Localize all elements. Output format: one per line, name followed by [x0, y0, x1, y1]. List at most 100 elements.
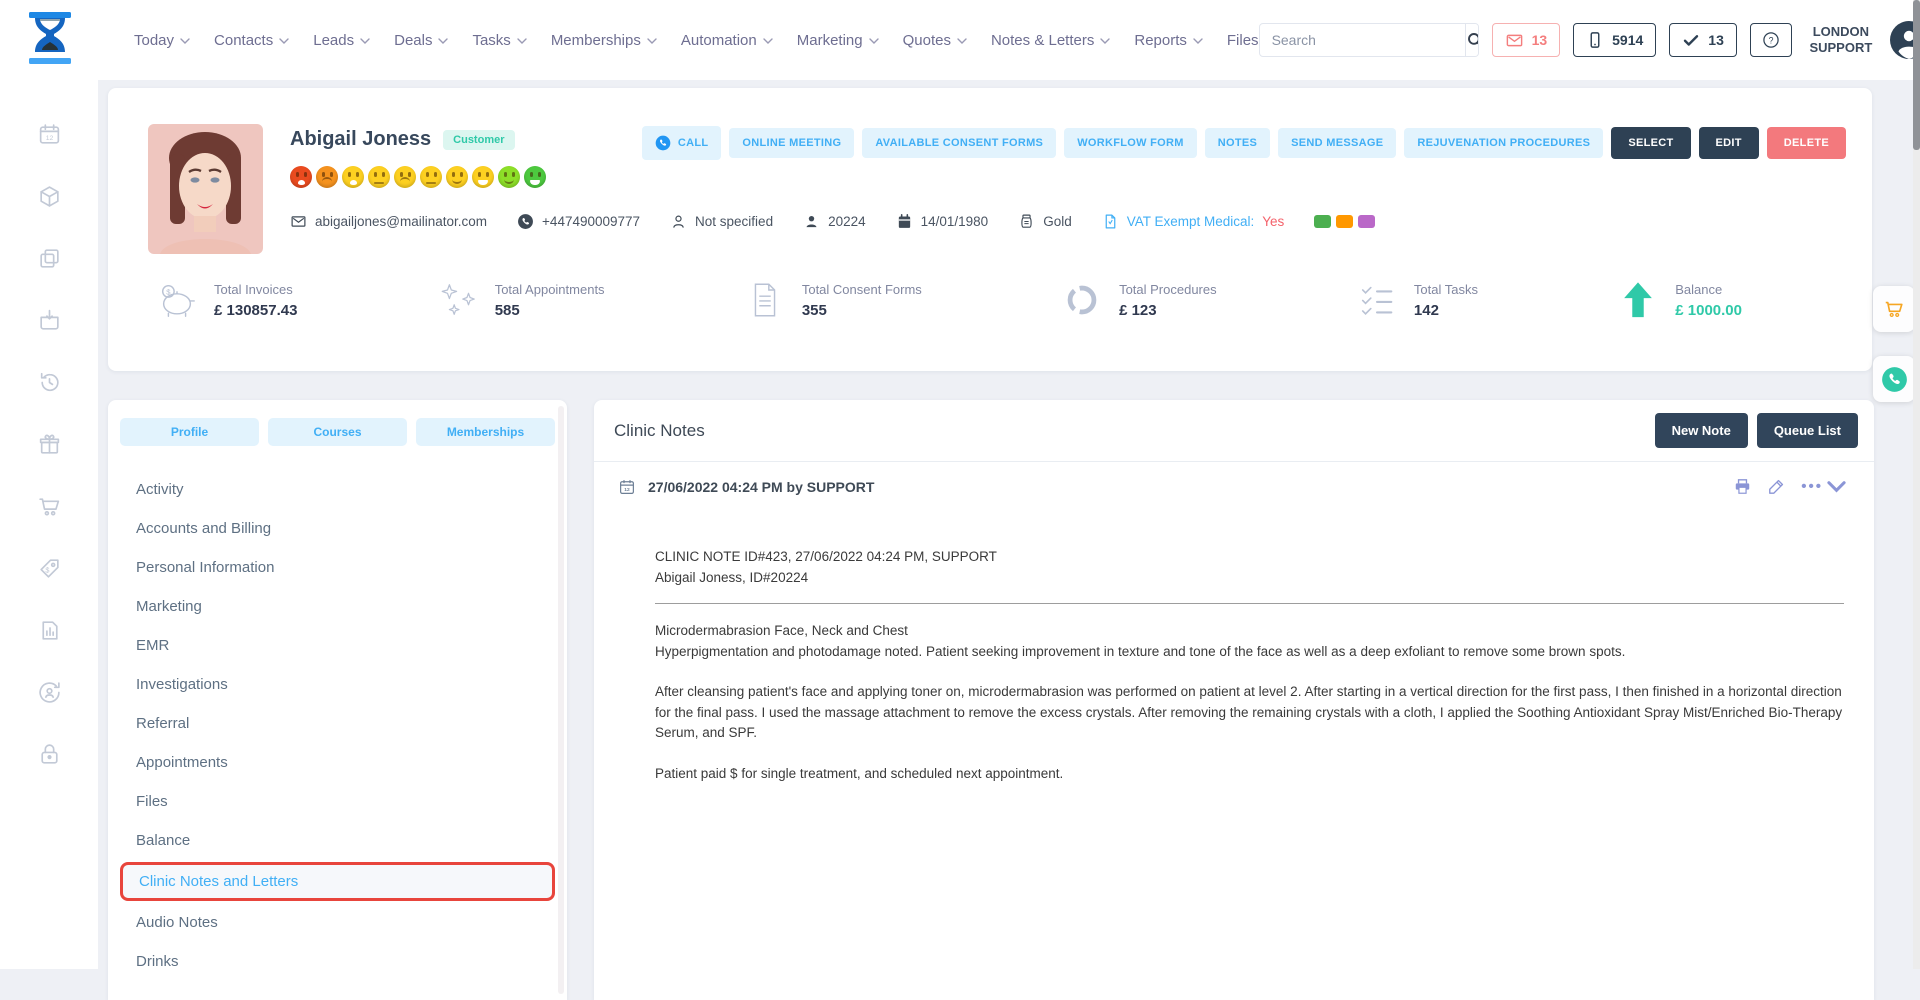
customer-dob: 14/01/1980	[896, 213, 989, 230]
edit-button[interactable]: EDIT	[1699, 127, 1759, 159]
customer-header-card: Abigail Joness Customer abigailjones@mai…	[108, 88, 1872, 371]
page-scrollbar[interactable]	[1913, 0, 1920, 969]
menu-item-accounts-and-billing[interactable]: Accounts and Billing	[108, 509, 567, 548]
page-scrollbar-thumb[interactable]	[1913, 0, 1920, 150]
calls-badge[interactable]: 5914	[1573, 23, 1656, 57]
satisfaction-emoji-open-frown-icon[interactable]	[290, 166, 312, 188]
menu-item-emr[interactable]: EMR	[108, 626, 567, 665]
edit-note-pencil-icon[interactable]	[1767, 477, 1786, 496]
nav-item-memberships[interactable]: Memberships	[551, 32, 657, 49]
person-sync-icon[interactable]	[37, 680, 62, 705]
nav-item-label: Memberships	[551, 32, 641, 49]
floating-call-button[interactable]	[1873, 356, 1915, 402]
calendar-icon[interactable]: 12	[37, 122, 62, 147]
stat-total-tasks: Total Tasks142	[1356, 280, 1478, 320]
action-label: ONLINE MEETING	[742, 137, 841, 149]
customer-photo[interactable]	[148, 124, 263, 254]
satisfaction-emoji-open-smile-icon[interactable]	[524, 166, 546, 188]
customer-phone[interactable]: +447490009777	[517, 213, 640, 230]
nav-item-files[interactable]: Files	[1227, 32, 1259, 49]
tag-swatch[interactable]	[1358, 215, 1375, 228]
menu-item-investigations[interactable]: Investigations	[108, 665, 567, 704]
print-icon[interactable]	[1733, 477, 1752, 496]
menu-item-audio-notes[interactable]: Audio Notes	[108, 903, 567, 942]
nav-item-today[interactable]: Today	[134, 32, 190, 49]
nav-item-marketing[interactable]: Marketing	[797, 32, 879, 49]
action-workflow-form-button[interactable]: WORKFLOW FORM	[1064, 128, 1197, 158]
panel-scrollbar[interactable]	[558, 406, 564, 994]
nav-item-label: Contacts	[214, 32, 273, 49]
price-tag-icon[interactable]: $	[37, 556, 62, 581]
floating-cart-button[interactable]	[1873, 286, 1915, 332]
report-icon[interactable]	[37, 618, 62, 643]
donut-chart-icon	[1061, 280, 1103, 320]
tab-profile[interactable]: Profile	[120, 418, 259, 446]
satisfaction-emoji-frown-icon[interactable]	[394, 166, 416, 188]
customer-stats-row: $Total Invoices£ 130857.43Total Appointm…	[156, 280, 1742, 320]
note-body-line: Patient paid $ for single treatment, and…	[655, 764, 1844, 785]
satisfaction-emoji-open-smile-icon[interactable]	[472, 166, 494, 188]
search-icon[interactable]	[1465, 24, 1479, 56]
menu-item-marketing[interactable]: Marketing	[108, 587, 567, 626]
tag-swatch[interactable]	[1314, 215, 1331, 228]
menu-item-files[interactable]: Files	[108, 782, 567, 821]
select-button[interactable]: SELECT	[1611, 127, 1690, 159]
menu-item-appointments[interactable]: Appointments	[108, 743, 567, 782]
satisfaction-emoji-neutral-icon[interactable]	[420, 166, 442, 188]
action-notes-button[interactable]: NOTES	[1205, 128, 1270, 158]
menu-item-activity[interactable]: Activity	[108, 470, 567, 509]
tab-courses[interactable]: Courses	[268, 418, 407, 446]
satisfaction-emoji-smile-icon[interactable]	[446, 166, 468, 188]
satisfaction-emoji-neutral-icon[interactable]	[368, 166, 390, 188]
package-icon[interactable]	[37, 184, 62, 209]
nav-item-reports[interactable]: Reports	[1134, 32, 1203, 49]
main-nav: Today Contacts Leads Deals Tasks Memberships A…	[134, 32, 1259, 49]
gift-icon[interactable]	[37, 432, 62, 457]
history-icon[interactable]	[37, 370, 62, 395]
menu-item-personal-information[interactable]: Personal Information	[108, 548, 567, 587]
more-options-icon[interactable]: •••	[1801, 477, 1846, 496]
menu-item-referral[interactable]: Referral	[108, 704, 567, 743]
nav-item-deals[interactable]: Deals	[394, 32, 448, 49]
satisfaction-emoji-smile-icon[interactable]	[498, 166, 520, 188]
customer-vat-exempt: VAT Exempt Medical: Yes	[1102, 213, 1285, 230]
tasks-badge[interactable]: 13	[1669, 23, 1737, 57]
action-rejuvenation-procedures-button[interactable]: REJUVENATION PROCEDURES	[1404, 128, 1603, 158]
action-online-meeting-button[interactable]: ONLINE MEETING	[729, 128, 854, 158]
nav-item-contacts[interactable]: Contacts	[214, 32, 289, 49]
calendar-import-icon[interactable]	[37, 308, 62, 333]
nav-item-tasks[interactable]: Tasks	[472, 32, 526, 49]
phone-circle-icon	[517, 213, 534, 230]
lock-icon[interactable]	[37, 742, 62, 767]
menu-item-balance[interactable]: Balance	[108, 821, 567, 860]
cart-icon[interactable]	[37, 494, 62, 519]
app-logo-hourglass-icon[interactable]	[28, 12, 72, 68]
menu-item-drinks[interactable]: Drinks	[108, 942, 567, 981]
tag-swatch[interactable]	[1336, 215, 1353, 228]
action-call-button[interactable]: CALL	[642, 126, 722, 160]
customer-email[interactable]: abigailjones@mailinator.com	[290, 213, 487, 230]
delete-button[interactable]: DELETE	[1767, 127, 1846, 159]
satisfaction-emoji-open-frown-icon[interactable]	[342, 166, 364, 188]
arrow-up-icon	[1617, 280, 1659, 320]
search-input[interactable]	[1260, 32, 1465, 48]
tab-memberships[interactable]: Memberships	[416, 418, 555, 446]
satisfaction-emoji-frown-icon[interactable]	[316, 166, 338, 188]
new-note-button[interactable]: New Note	[1655, 413, 1748, 448]
search-box	[1259, 23, 1479, 57]
clinic-notes-panel: Clinic Notes New Note Queue List 12 27/0…	[594, 400, 1874, 1000]
stat-text: Total Appointments585	[495, 282, 605, 319]
nav-item-quotes[interactable]: Quotes	[903, 32, 967, 49]
customer-contact-row: abigailjones@mailinator.com +44749000977…	[290, 213, 1375, 230]
help-icon[interactable]: ?	[1750, 23, 1792, 57]
queue-list-button[interactable]: Queue List	[1757, 413, 1858, 448]
action-send-message-button[interactable]: SEND MESSAGE	[1278, 128, 1396, 158]
copy-icon[interactable]	[37, 246, 62, 271]
nav-item-leads[interactable]: Leads	[313, 32, 370, 49]
action-available-consent-forms-button[interactable]: AVAILABLE CONSENT FORMS	[862, 128, 1056, 158]
mail-badge[interactable]: 13	[1492, 23, 1561, 57]
topbar-right: 13 5914 13 ? LONDON SUPPORT	[1259, 21, 1920, 59]
nav-item-notes-letters[interactable]: Notes & Letters	[991, 32, 1110, 49]
menu-item-clinic-notes-and-letters[interactable]: Clinic Notes and Letters	[123, 865, 552, 898]
nav-item-automation[interactable]: Automation	[681, 32, 773, 49]
